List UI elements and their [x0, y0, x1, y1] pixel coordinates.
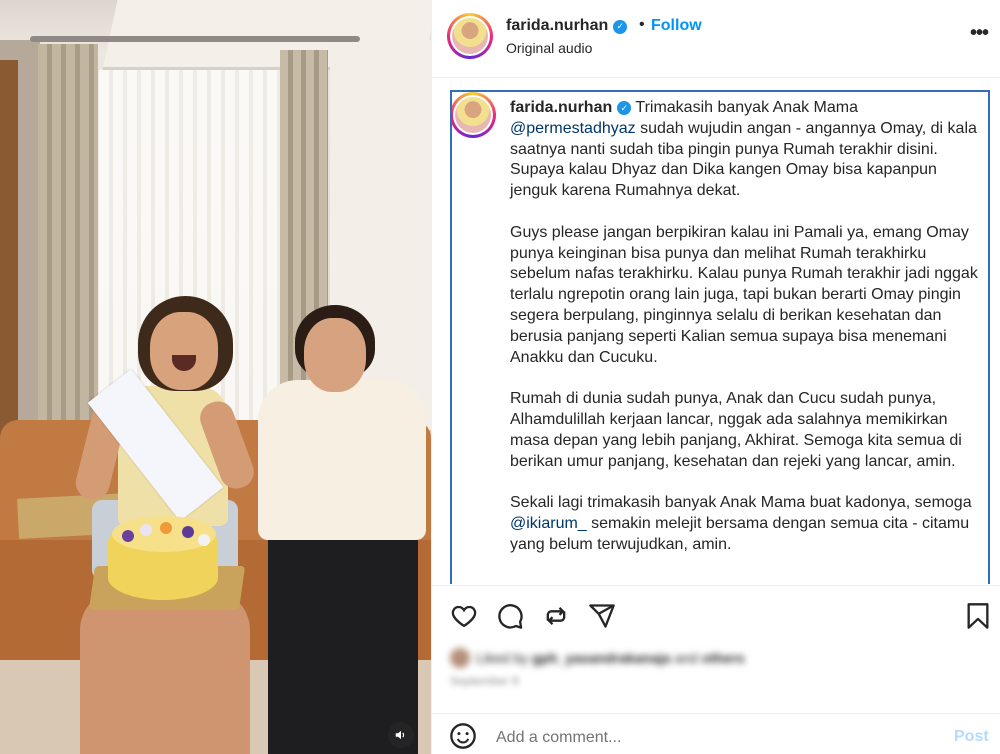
cake-flower: [122, 530, 134, 542]
heart-icon[interactable]: [450, 602, 478, 630]
curtain-rod: [30, 36, 360, 42]
caption-text-segment: Sekali lagi trimakasih banyak Anak Mama …: [510, 494, 972, 512]
curtain-left: [38, 44, 98, 474]
speaker-icon[interactable]: [388, 722, 414, 748]
post-panel: farida.nurhan ✓ • Follow Original audio •…: [431, 0, 1000, 754]
cake-flower: [140, 524, 152, 536]
author-avatar[interactable]: [447, 13, 493, 59]
person-left-face: [150, 312, 218, 390]
send-icon[interactable]: [588, 602, 616, 630]
caption-author-avatar[interactable]: [452, 92, 496, 138]
likes-text: and: [674, 650, 698, 666]
likes-text: Liked by: [476, 650, 529, 666]
caption-paragraph: Guys please jangan berpikiran kalau ini …: [510, 223, 978, 366]
likes-others-link[interactable]: others: [702, 650, 745, 666]
audio-link[interactable]: Original audio: [506, 40, 592, 56]
follow-button[interactable]: Follow: [651, 17, 702, 35]
likes-summary[interactable]: Liked by gph_yasandrakanaja and others: [450, 648, 745, 668]
verified-badge-icon: ✓: [613, 19, 628, 34]
caption-area: farida.nurhan ✓ Trimakasih banyak Anak Ma…: [450, 90, 990, 584]
person-right-sweater: [258, 380, 426, 540]
mention-link[interactable]: @permestadhyaz: [510, 120, 636, 137]
emoji-icon[interactable]: [449, 722, 477, 750]
author-username-line: farida.nurhan ✓: [506, 17, 628, 35]
comment-icon[interactable]: [496, 602, 524, 630]
cake-flower: [198, 534, 210, 546]
caption-paragraph: farida.nurhan ✓ Trimakasih banyak Anak Ma…: [510, 98, 980, 202]
liker-avatar: [450, 648, 470, 668]
action-bar: [432, 585, 1000, 645]
avatar-border: [453, 95, 493, 135]
bookmark-icon[interactable]: [964, 602, 992, 630]
avatar-border: [450, 16, 490, 56]
author-username[interactable]: farida.nurhan: [506, 17, 608, 34]
repost-icon[interactable]: [542, 602, 570, 630]
caption-paragraph: Sekali lagi trimakasih banyak Anak Mama …: [510, 493, 980, 555]
cake-flower: [160, 522, 172, 534]
caption-paragraph: Rumah di dunia sudah punya, Anak dan Cuc…: [510, 390, 962, 470]
cake-flower: [182, 526, 194, 538]
avatar-image: [455, 97, 491, 133]
avatar-image: [452, 18, 488, 54]
comment-bar: Post: [432, 713, 1000, 754]
post-media[interactable]: [0, 0, 431, 754]
more-options-icon[interactable]: •••: [970, 22, 989, 45]
person-left-legs: [80, 590, 250, 754]
post-date[interactable]: September 9: [450, 674, 519, 688]
caption-text: farida.nurhan ✓ Trimakasih banyak Anak Ma…: [510, 98, 980, 576]
caption-text-segment: Trimakasih banyak Anak Mama: [635, 99, 858, 116]
separator-dot: •: [639, 16, 645, 33]
person-right-face: [304, 318, 366, 392]
verified-badge-icon: ✓: [617, 101, 632, 116]
person-right-pants: [268, 520, 418, 754]
post-comment-button[interactable]: Post: [954, 728, 989, 746]
mention-link[interactable]: @ikiarum_: [510, 515, 587, 532]
comment-input[interactable]: [496, 726, 916, 750]
post-header: farida.nurhan ✓ • Follow Original audio •…: [432, 0, 1000, 78]
liker-username[interactable]: gph_yasandrakanaja: [532, 650, 671, 666]
caption-username[interactable]: farida.nurhan: [510, 99, 612, 116]
